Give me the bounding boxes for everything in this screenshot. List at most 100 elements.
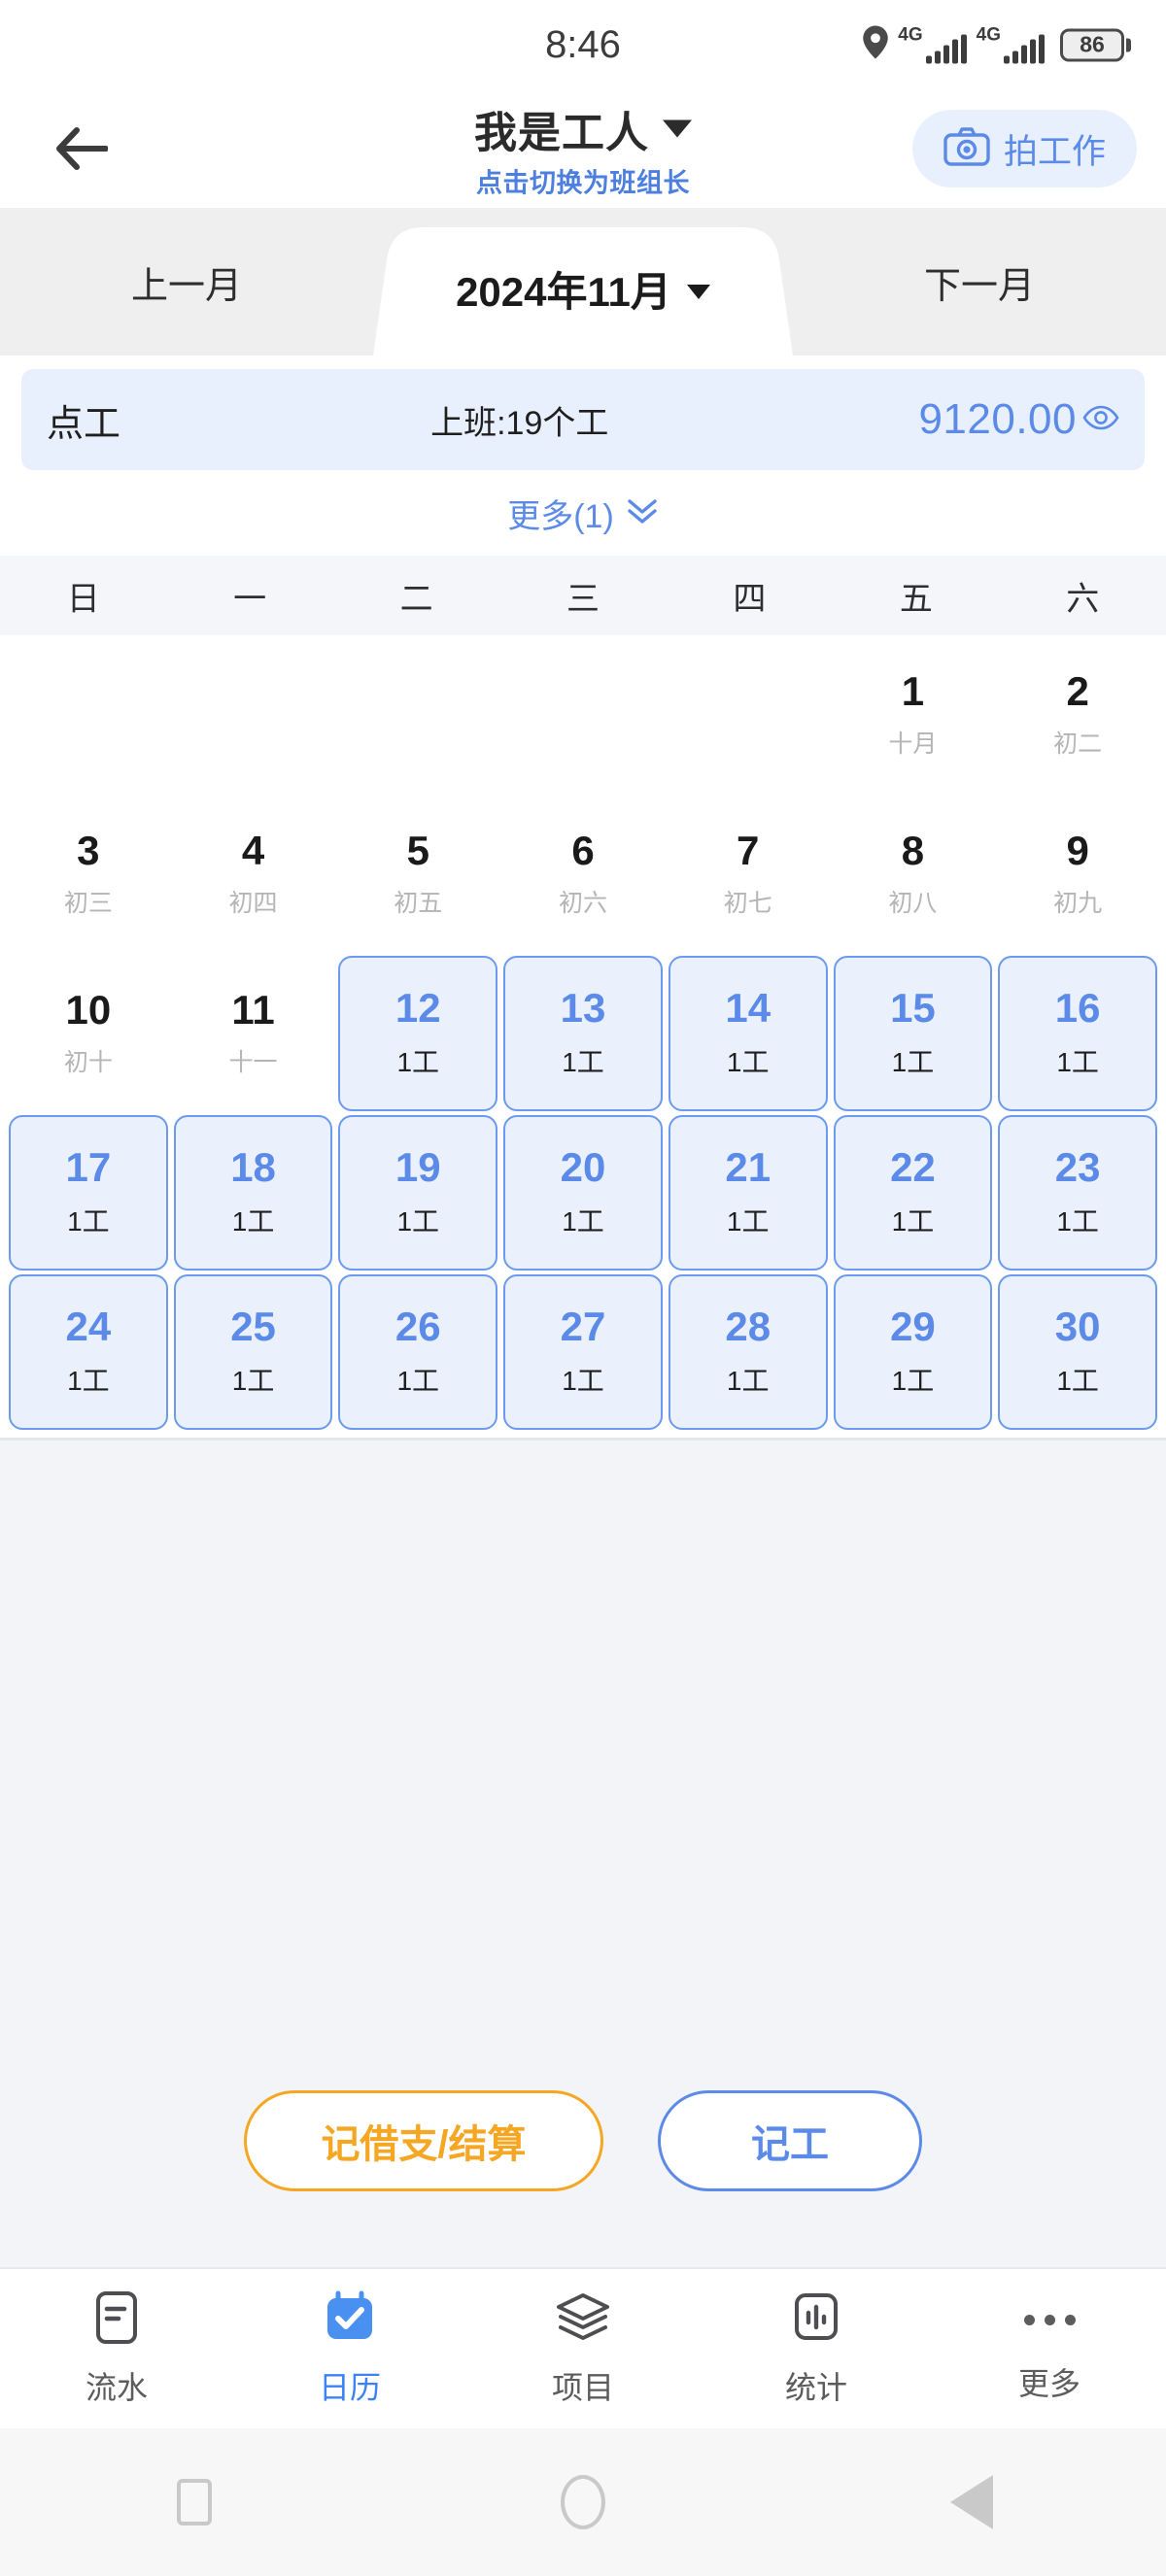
day-number: 26 [394, 1303, 441, 1349]
day-number: 11 [231, 986, 275, 1033]
day-lunar-label: 初七 [723, 890, 772, 918]
summary-card[interactable]: 点工 上班:19个工 9120.00 [21, 369, 1145, 470]
calendar-grid: 1 十月 2 初二 3 初三 4 初四 5 初五 6 初六 7 初七 8 初八 9 初九 10 初十 11 十一 12 1工 1… [0, 635, 1166, 1432]
calendar-cell-day-28[interactable]: 28 1工 [668, 1274, 828, 1430]
nav-item-statistics[interactable]: 统计 [700, 2290, 933, 2408]
day-number: 15 [890, 984, 936, 1031]
day-work-count: 1工 [562, 1206, 604, 1237]
day-lunar-label: 初十 [63, 1049, 113, 1077]
day-number: 17 [65, 1143, 112, 1190]
day-lunar-label: 十一 [228, 1049, 278, 1077]
chevron-down-icon [686, 284, 710, 299]
caret-down-icon [663, 119, 692, 138]
day-work-count: 1工 [562, 1366, 604, 1397]
day-number: 23 [1054, 1143, 1101, 1190]
calendar-cell-day-1[interactable]: 1 十月 [834, 637, 993, 793]
calendar-cell-day-15[interactable]: 15 1工 [833, 956, 993, 1111]
square-icon[interactable] [177, 2479, 212, 2525]
weekday-header: 日 一 二 三 四 五 六 [0, 556, 1166, 635]
day-number: 21 [725, 1143, 772, 1190]
weekday-4: 四 [733, 580, 767, 618]
calendar-cell-day-5[interactable]: 5 初五 [338, 797, 497, 952]
work-type-label: 点工 [47, 403, 121, 445]
calendar-cell-day-6[interactable]: 6 初六 [503, 797, 663, 952]
calendar-cell-day-21[interactable]: 21 1工 [668, 1115, 828, 1271]
calendar-cell-day-29[interactable]: 29 1工 [833, 1274, 993, 1430]
eye-icon[interactable] [1082, 405, 1119, 435]
calendar-cell-day-26[interactable]: 26 1工 [338, 1274, 498, 1430]
signal-icon-sim2: 4G [977, 26, 1045, 64]
day-work-count: 1工 [891, 1366, 935, 1397]
page-title: 我是工人 [474, 109, 649, 157]
calendar-cell-day-20[interactable]: 20 1工 [503, 1115, 663, 1271]
calendar-cell-day-7[interactable]: 7 初七 [669, 797, 828, 952]
calendar-cell-day-25[interactable]: 25 1工 [173, 1274, 333, 1430]
status-time: 8:46 [545, 22, 621, 66]
bar-chart-icon [791, 2290, 841, 2350]
nav-item-calendar[interactable]: 日历 [233, 2290, 466, 2408]
back-arrow-icon[interactable] [51, 119, 111, 179]
day-number: 5 [406, 827, 429, 873]
calendar-cell-day-27[interactable]: 27 1工 [503, 1274, 663, 1430]
calendar-cell-day-16[interactable]: 16 1工 [998, 956, 1157, 1111]
day-lunar-label: 初九 [1053, 890, 1103, 918]
more-toggle[interactable]: 更多(1) [0, 470, 1166, 556]
nav-item-project[interactable]: 项目 [466, 2290, 700, 2408]
prev-month-tab[interactable]: 上一月 [0, 255, 373, 309]
day-work-count: 1工 [396, 1047, 440, 1078]
calendar-cell-day-3[interactable]: 3 初三 [9, 797, 168, 952]
loan-settle-button[interactable]: 记借支/结算 [244, 2090, 603, 2191]
signal-icon-sim1: 4G [898, 24, 967, 64]
day-number: 12 [394, 984, 441, 1031]
day-lunar-label: 十月 [888, 730, 938, 759]
day-lunar-label: 初八 [888, 890, 938, 918]
day-number: 24 [65, 1303, 112, 1349]
calendar-cell-day-11[interactable]: 11 十一 [174, 956, 333, 1111]
capture-work-label: 拍工作 [1003, 132, 1106, 171]
day-work-count: 1工 [1056, 1047, 1099, 1078]
day-number: 7 [737, 827, 760, 873]
calendar-cell-day-8[interactable]: 8 初八 [834, 797, 993, 952]
calendar-cell-day-22[interactable]: 22 1工 [833, 1115, 993, 1271]
calendar-cell-day-14[interactable]: 14 1工 [668, 956, 828, 1111]
calendar-cell-day-10[interactable]: 10 初十 [9, 956, 168, 1111]
current-month-tab[interactable]: 2024年11月 [373, 208, 793, 356]
calendar-cell-day-23[interactable]: 23 1工 [998, 1115, 1157, 1271]
record-work-button[interactable]: 记工 [658, 2090, 922, 2191]
nav-label-project: 项目 [551, 2369, 614, 2405]
calendar-cell-day-2[interactable]: 2 初二 [998, 637, 1157, 793]
triangle-back-icon[interactable] [950, 2475, 993, 2529]
weekday-0: 日 [66, 580, 100, 618]
capture-work-button[interactable]: 拍工作 [911, 110, 1137, 187]
action-buttons: 记借支/结算 记工 [0, 2090, 1166, 2267]
day-lunar-label: 初三 [63, 890, 113, 918]
calendar-cell-day-4[interactable]: 4 初四 [174, 797, 333, 952]
content-blank-area [0, 1441, 1166, 2090]
day-work-count: 1工 [396, 1366, 440, 1397]
double-chevron-down-icon [626, 496, 659, 530]
calendar-cell-day-13[interactable]: 13 1工 [503, 956, 663, 1111]
calendar-cell-day-30[interactable]: 30 1工 [998, 1274, 1157, 1430]
calendar-cell-day-9[interactable]: 9 初九 [998, 797, 1157, 952]
next-month-tab[interactable]: 下一月 [793, 255, 1166, 309]
ellipsis-icon [1023, 2293, 1076, 2346]
app-screen: 8:46 4G 4G 86 我是工人 点击切换为班组长 拍工作 上一月 2024… [0, 0, 1166, 2576]
month-tab-bar: 上一月 2024年11月 下一月 [0, 208, 1166, 356]
calendar-cell-day-24[interactable]: 24 1工 [9, 1274, 168, 1430]
calendar-check-icon [324, 2290, 376, 2350]
circle-icon[interactable] [561, 2475, 605, 2529]
attendance-label: 上班:19个工 [430, 404, 609, 442]
day-number: 3 [77, 827, 100, 873]
calendar-cell-day-19[interactable]: 19 1工 [338, 1115, 498, 1271]
nav-item-more[interactable]: 更多 [933, 2293, 1166, 2404]
calendar-cell-day-17[interactable]: 17 1工 [9, 1115, 168, 1271]
nav-item-ledger[interactable]: 流水 [0, 2290, 233, 2408]
day-work-count: 1工 [396, 1206, 440, 1237]
day-work-count: 1工 [1056, 1366, 1099, 1397]
day-work-count: 1工 [726, 1366, 770, 1397]
role-switcher[interactable]: 我是工人 [474, 98, 692, 160]
day-number: 25 [230, 1303, 276, 1349]
calendar-cell-day-12[interactable]: 12 1工 [338, 956, 498, 1111]
network-type-label-1: 4G [898, 24, 923, 46]
calendar-cell-day-18[interactable]: 18 1工 [173, 1115, 333, 1271]
